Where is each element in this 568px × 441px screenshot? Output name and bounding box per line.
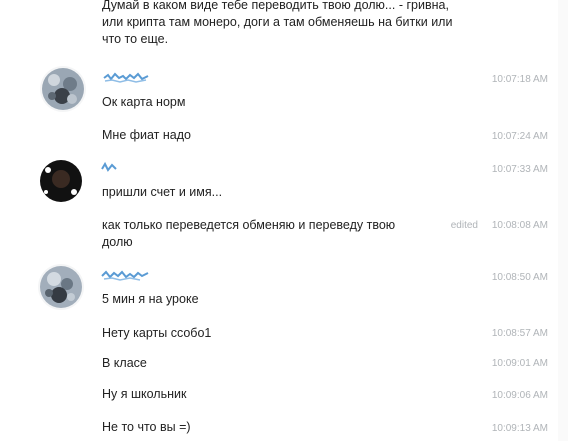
message-timestamp: 10:09:06 AM xyxy=(491,390,548,401)
author-name-icon[interactable] xyxy=(100,160,120,174)
dark-avatar-icon xyxy=(38,158,84,204)
message-text: Не то что вы =) xyxy=(102,420,191,434)
message-text: Мне фиат надо xyxy=(102,128,191,142)
avatar[interactable] xyxy=(40,66,86,112)
message-text: Нету карты ссобо1 xyxy=(102,326,212,340)
message-text: Думай в каком виде тебе переводить твою … xyxy=(102,0,453,46)
blurred-avatar-icon xyxy=(40,66,86,112)
message-text: как только переведется обменяю и перевед… xyxy=(102,218,396,249)
message-text: 5 мин я на уроке xyxy=(102,292,199,306)
author-name-icon[interactable] xyxy=(102,70,150,84)
author-name-icon[interactable] xyxy=(100,268,150,282)
message-timestamp: 10:08:50 AM xyxy=(491,272,548,283)
message-timestamp: 10:07:24 AM xyxy=(491,131,548,142)
edited-label: edited xyxy=(450,220,478,231)
message-text: пришли счет и имя... xyxy=(102,185,223,199)
avatar[interactable] xyxy=(38,158,84,204)
message-timestamp: 10:07:33 AM xyxy=(491,164,548,175)
message-timestamp: 10:07:18 AM xyxy=(491,74,548,85)
message-text: В класе xyxy=(102,356,147,370)
message-text: Ну я школьник xyxy=(102,387,187,401)
chat-history: Думай в каком виде тебе переводить твою … xyxy=(0,0,568,441)
message-timestamp: 10:09:01 AM xyxy=(491,358,548,369)
message-text: Ок карта норм xyxy=(102,95,186,109)
scrollbar[interactable] xyxy=(558,0,568,441)
avatar[interactable] xyxy=(38,264,84,310)
message-timestamp: 10:09:13 AM xyxy=(491,423,548,434)
blurred-avatar-icon xyxy=(38,264,84,310)
message-timestamp: 10:08:08 AM xyxy=(491,220,548,231)
message-timestamp: 10:08:57 AM xyxy=(491,328,548,339)
